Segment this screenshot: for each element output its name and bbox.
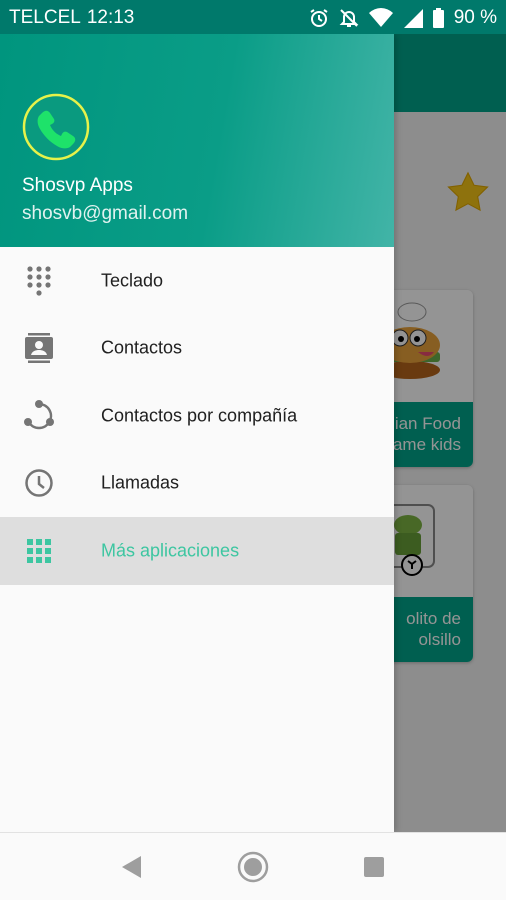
- battery-icon: [432, 8, 444, 28]
- notifications-off-icon: [339, 8, 359, 28]
- back-icon[interactable]: [115, 851, 147, 883]
- battery-level: 90 %: [453, 7, 497, 28]
- dialpad-icon: [23, 265, 55, 297]
- apps-grid-icon: [23, 535, 55, 567]
- drawer-header: Shosvp Apps shosvb@gmail.com: [0, 34, 394, 247]
- menu-item-teclado[interactable]: Teclado: [0, 247, 394, 315]
- menu-item-label: Contactos: [101, 337, 183, 358]
- menu-item-label: Llamadas: [101, 472, 180, 493]
- status-bar: TELCEL 12:13 90 %: [0, 0, 506, 34]
- drawer-menu: Teclado Contactos Contactos por compañía…: [0, 247, 394, 585]
- carrier-icon: [23, 399, 55, 432]
- home-icon[interactable]: [237, 851, 269, 883]
- menu-item-mas-aplicaciones[interactable]: Más aplicaciones: [0, 517, 394, 585]
- menu-item-label: Más aplicaciones: [101, 540, 240, 561]
- system-nav-bar: [0, 832, 506, 900]
- signal-icon: [403, 8, 423, 28]
- menu-item-llamadas[interactable]: Llamadas: [0, 450, 394, 518]
- menu-item-contactos-compania[interactable]: Contactos por compañía: [0, 382, 394, 450]
- phone-logo-icon: [22, 93, 90, 161]
- drawer-user-name: Shosvp Apps: [22, 175, 133, 196]
- menu-item-contactos[interactable]: Contactos: [0, 315, 394, 383]
- wifi-icon: [368, 8, 393, 28]
- contact-card-icon: [23, 332, 55, 364]
- navigation-drawer: Shosvp Apps shosvb@gmail.com Teclado Con…: [0, 34, 394, 832]
- recents-icon[interactable]: [358, 851, 390, 883]
- clock-icon: [23, 467, 55, 499]
- carrier-label: TELCEL: [9, 7, 81, 28]
- menu-item-label: Teclado: [101, 270, 164, 291]
- menu-item-label: Contactos por compañía: [101, 405, 298, 426]
- drawer-user-email: shosvb@gmail.com: [22, 203, 189, 224]
- clock-time: 12:13: [86, 7, 135, 28]
- alarm-icon: [309, 8, 329, 28]
